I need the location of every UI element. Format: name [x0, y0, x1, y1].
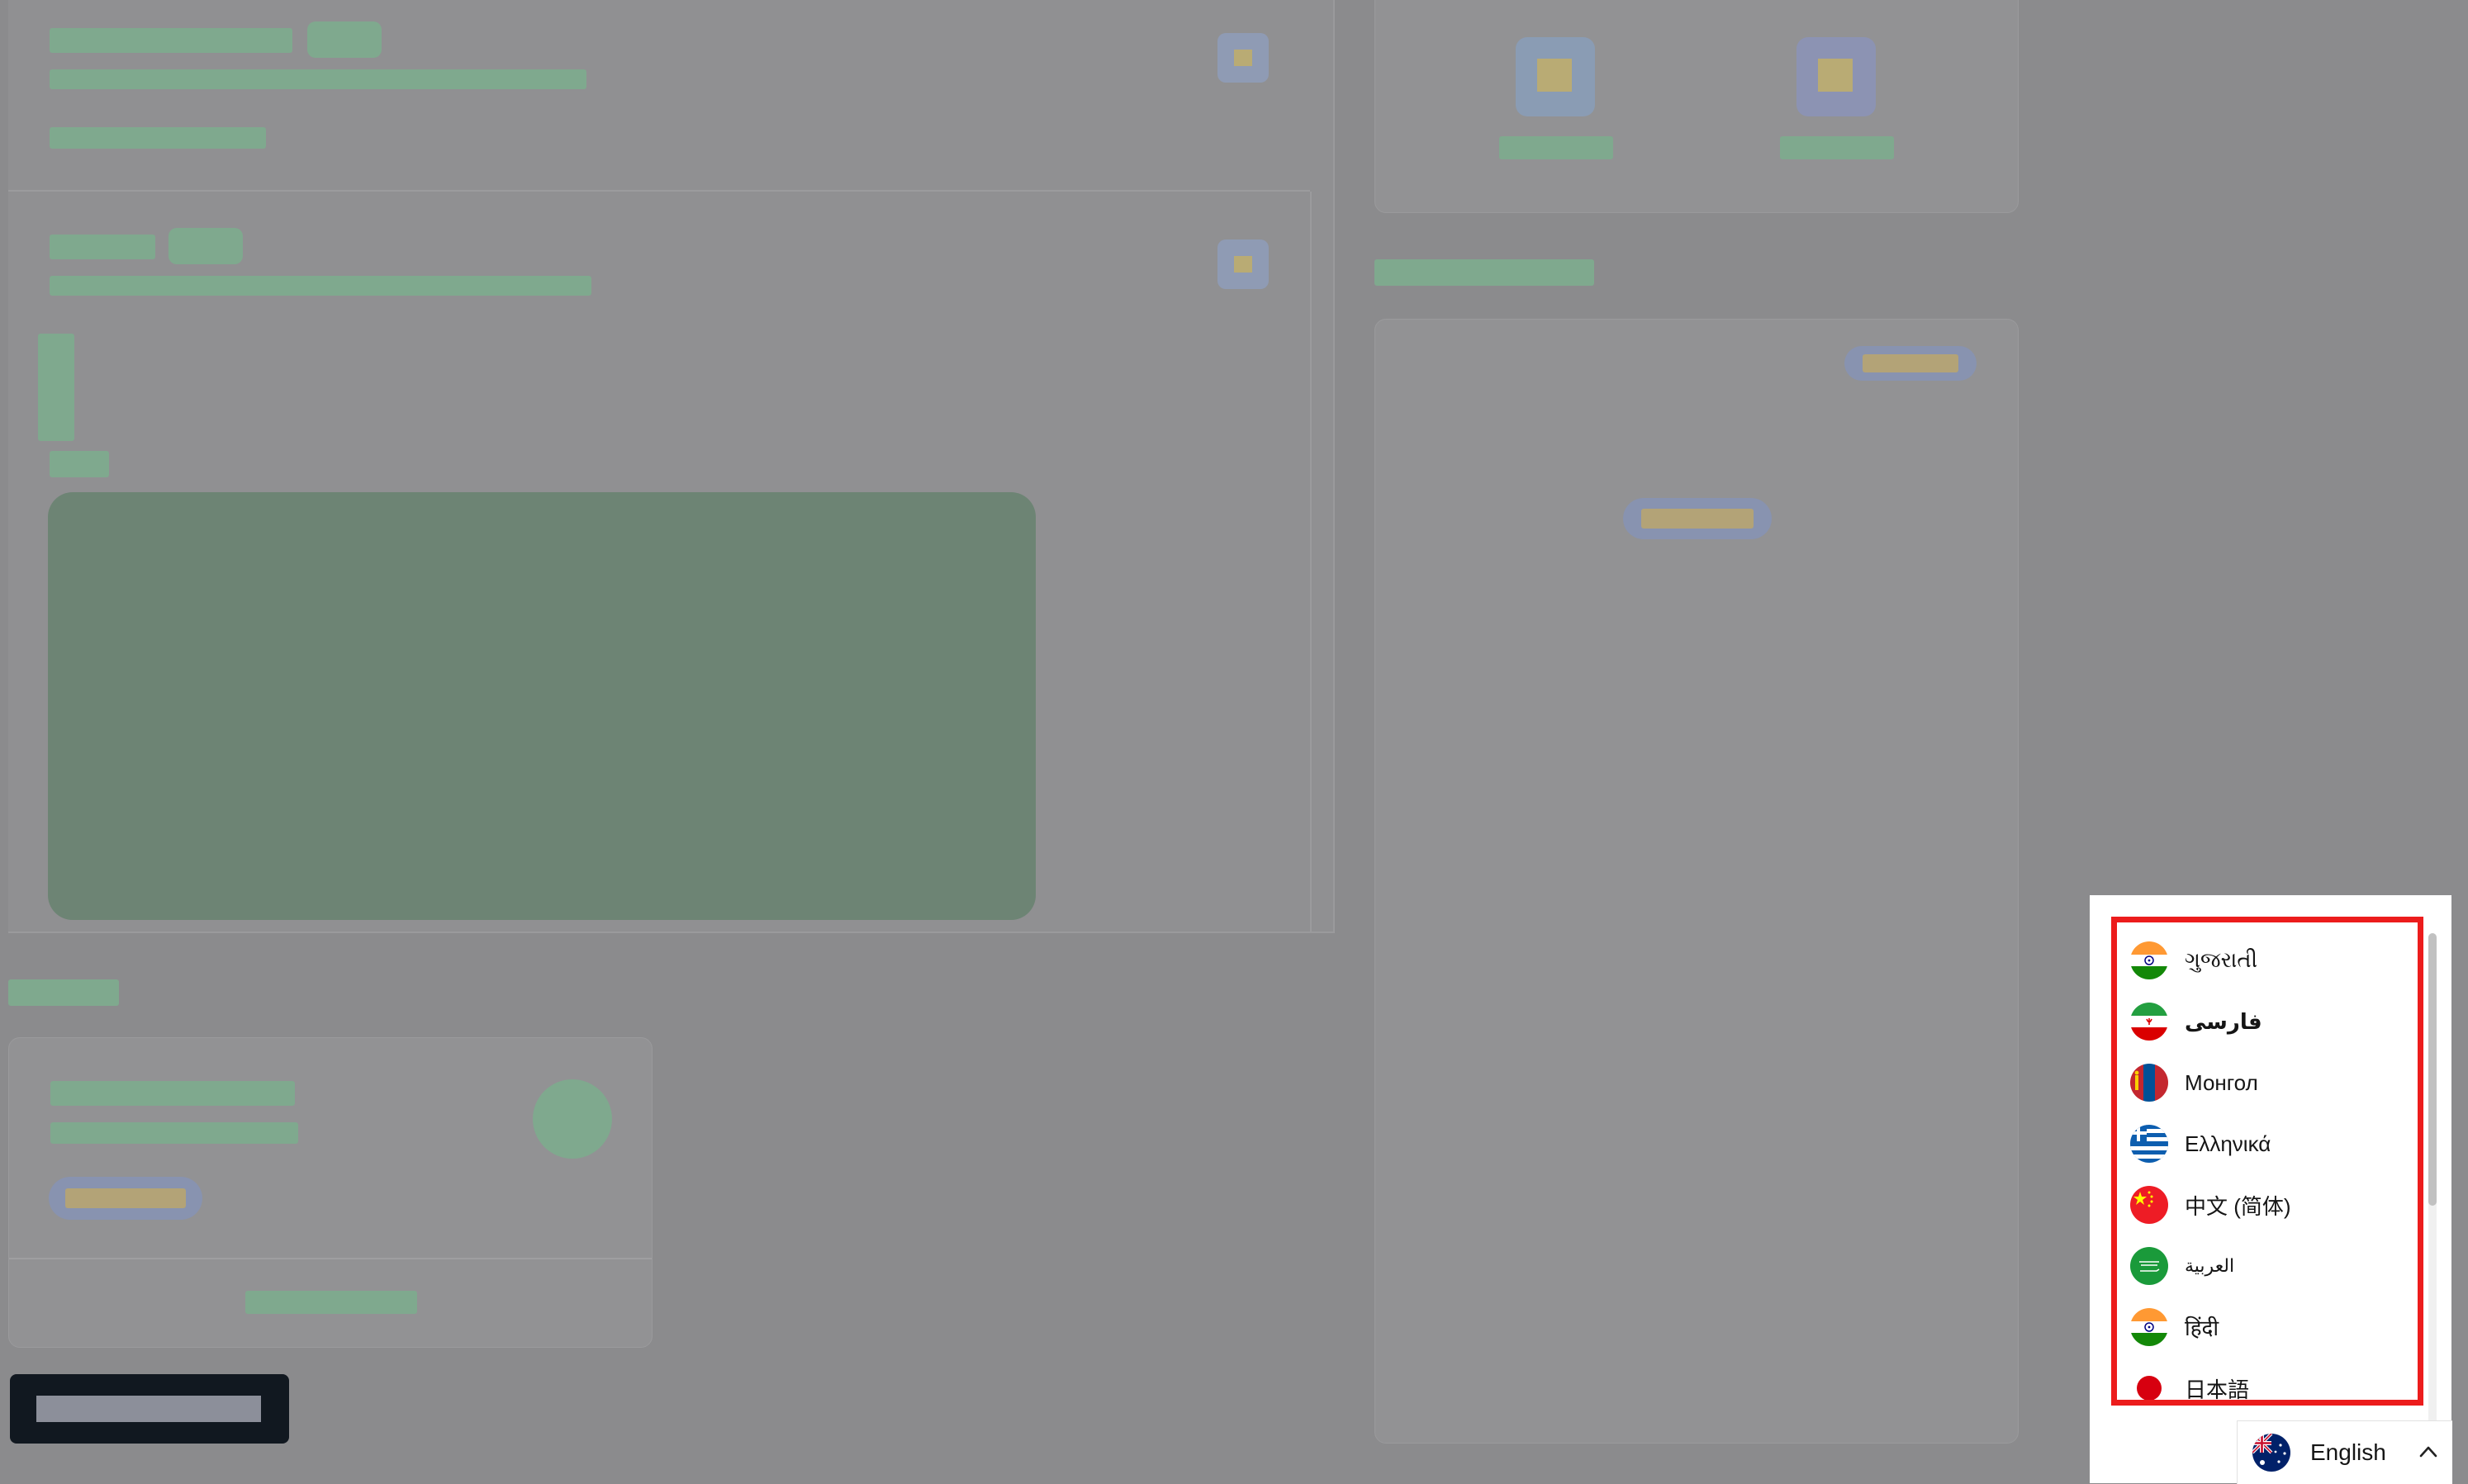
inner-panel-edge	[1310, 192, 1312, 932]
summary-card	[8, 1037, 653, 1348]
language-option-label: ગુજરાતી	[2185, 947, 2258, 972]
dark-action-button[interactable]	[10, 1374, 289, 1444]
skeleton-tag	[168, 228, 243, 264]
activity-card	[1374, 319, 2019, 1444]
skeleton-section-title	[8, 979, 119, 1006]
language-option-label: 日本語	[2185, 1377, 2250, 1402]
india-flag-icon	[2130, 1308, 2168, 1346]
india-flag-icon	[2130, 941, 2168, 979]
language-option-label: Монгол	[2185, 1069, 2258, 1095]
language-option-label: 中文 (简体)	[2185, 1193, 2291, 1219]
skeleton-avatar	[533, 1079, 612, 1159]
language-option-arabic[interactable]: العربية	[2130, 1241, 2411, 1291]
skeleton-icon-box	[1217, 33, 1269, 83]
selected-language-label: English	[2310, 1439, 2386, 1465]
saudi-arabia-flag-icon	[2130, 1247, 2168, 1285]
iran-flag-icon	[2130, 1003, 2168, 1041]
skeleton-subtitle	[50, 69, 586, 89]
language-option-mongolian[interactable]: Монгол	[2130, 1058, 2411, 1107]
language-option-persian[interactable]: فارسی	[2130, 997, 2411, 1046]
skeleton-subtitle	[50, 276, 591, 296]
skeleton-section-title	[1374, 259, 1594, 286]
language-list: ગુજરાતી فارسی Монгол Ελληνικά 中文 (简体) ال…	[2111, 917, 2423, 1406]
skeleton-chart-area	[48, 492, 1036, 920]
language-option-greek[interactable]: Ελληνικά	[2130, 1119, 2411, 1169]
language-list-scrollbar[interactable]	[2428, 933, 2437, 1439]
scrollbar-thumb[interactable]	[2428, 933, 2437, 1206]
skeleton-tag	[307, 21, 382, 58]
australia-flag-icon	[2252, 1434, 2290, 1472]
language-option-chinese-simplified[interactable]: 中文 (简体)	[2130, 1180, 2411, 1230]
language-selector-button[interactable]: English	[2237, 1420, 2452, 1484]
chevron-up-icon	[2418, 1441, 2439, 1467]
china-flag-icon	[2130, 1186, 2168, 1224]
mongolia-flag-icon	[2130, 1064, 2168, 1102]
skeleton-line	[50, 127, 266, 149]
skeleton-title	[50, 235, 155, 259]
skeleton-bar	[38, 334, 74, 441]
skeleton-label	[50, 451, 109, 477]
language-option-label: فارسی	[2185, 1008, 2262, 1034]
language-option-label: العربية	[2185, 1255, 2235, 1276]
greece-flag-icon	[2130, 1125, 2168, 1163]
language-option-hindi[interactable]: हिंदी	[2130, 1302, 2411, 1352]
language-option-gujarati[interactable]: ગુજરાતી	[2130, 936, 2411, 985]
language-option-label: Ελληνικά	[2185, 1131, 2271, 1156]
skeleton-title	[50, 28, 292, 53]
skeleton-icon-box	[1217, 239, 1269, 289]
quick-actions-card	[1374, 0, 2019, 213]
language-dropdown: ગુજરાતી فارسی Монгол Ελληνικά 中文 (简体) ال…	[2090, 895, 2452, 1484]
section-divider	[8, 190, 1310, 192]
japan-flag-icon	[2130, 1369, 2168, 1400]
language-option-japanese[interactable]: 日本語	[2130, 1363, 2411, 1402]
language-option-label: हिंदी	[2185, 1316, 2219, 1340]
